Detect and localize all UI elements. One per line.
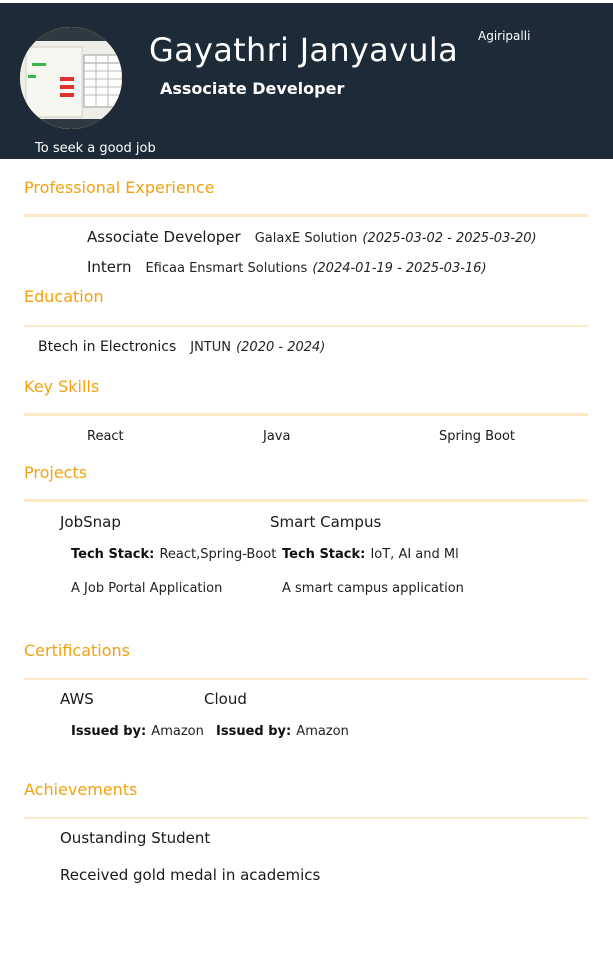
education-degree: Btech in Electronics [38, 339, 177, 355]
issued-by-label: Issued by: [216, 724, 292, 739]
experience-position: Associate Developer [87, 228, 241, 246]
tech-stack-label: Tech Stack: [71, 547, 155, 562]
section-divider [24, 413, 588, 416]
candidate-name: Gayathri Janyavula [149, 31, 458, 69]
section-title-certifications: Certifications [24, 641, 130, 660]
section-divider [24, 678, 588, 680]
project-description: A smart campus application [282, 581, 464, 596]
profile-photo-image [20, 27, 122, 129]
certification-name: AWS [60, 690, 94, 708]
section-title-achievements: Achievements [24, 780, 138, 799]
section-divider [24, 499, 588, 502]
tech-stack-label: Tech Stack: [282, 547, 366, 562]
tech-stack-value: React,Spring-Boot [159, 547, 277, 562]
section-divider [24, 214, 588, 217]
candidate-role: Associate Developer [160, 79, 345, 98]
experience-dates: (2024-01-19 - 2025-03-16) [312, 261, 487, 276]
career-objective: To seek a good job [35, 141, 156, 156]
experience-dates: (2025-03-02 - 2025-03-20) [362, 231, 537, 246]
skill-item: Spring Boot [439, 429, 516, 444]
tech-stack-value: IoT, AI and Ml [370, 547, 459, 562]
education-school: JNTUN [190, 340, 231, 355]
certification-issuer: Issued by: Amazon [216, 720, 349, 739]
section-divider [24, 817, 588, 819]
project-description: A Job Portal Application [71, 581, 223, 596]
project-tech-stack: Tech Stack: IoT, AI and Ml [282, 543, 459, 562]
certification-name: Cloud [204, 690, 247, 708]
section-title-skills: Key Skills [24, 377, 100, 396]
project-tech-stack: Tech Stack: React,Spring-Boot [71, 543, 276, 562]
issuer-value: Amazon [151, 724, 204, 739]
education-item: Btech in Electronics JNTUN (2020 - 2024) [38, 336, 325, 355]
experience-company: GalaxE Solution [254, 231, 358, 246]
achievement-item: Received gold medal in academics [60, 866, 321, 884]
experience-item: Associate Developer GalaxE Solution (2025… [87, 227, 537, 246]
issuer-value: Amazon [296, 724, 349, 739]
section-title-projects: Projects [24, 463, 88, 482]
experience-company: Eficaa Ensmart Solutions [145, 261, 308, 276]
experience-position: Intern [87, 258, 132, 276]
certification-issuer: Issued by: Amazon [71, 720, 204, 739]
section-title-education: Education [24, 287, 104, 306]
issued-by-label: Issued by: [71, 724, 147, 739]
experience-item: Intern Eficaa Ensmart Solutions (2024-01-… [87, 257, 487, 276]
project-name: Smart Campus [270, 513, 382, 531]
resume-header: Gayathri Janyavula Associate Developer A… [0, 3, 613, 159]
achievement-item: Oustanding Student [60, 829, 211, 847]
candidate-location: Agiripalli [478, 29, 531, 43]
section-title-experience: Professional Experience [24, 178, 215, 197]
skill-item: Java [263, 429, 291, 444]
section-divider [24, 325, 588, 327]
education-dates: (2020 - 2024) [236, 340, 326, 355]
profile-photo [18, 25, 124, 131]
project-name: JobSnap [60, 513, 121, 531]
skill-item: React [87, 429, 124, 444]
